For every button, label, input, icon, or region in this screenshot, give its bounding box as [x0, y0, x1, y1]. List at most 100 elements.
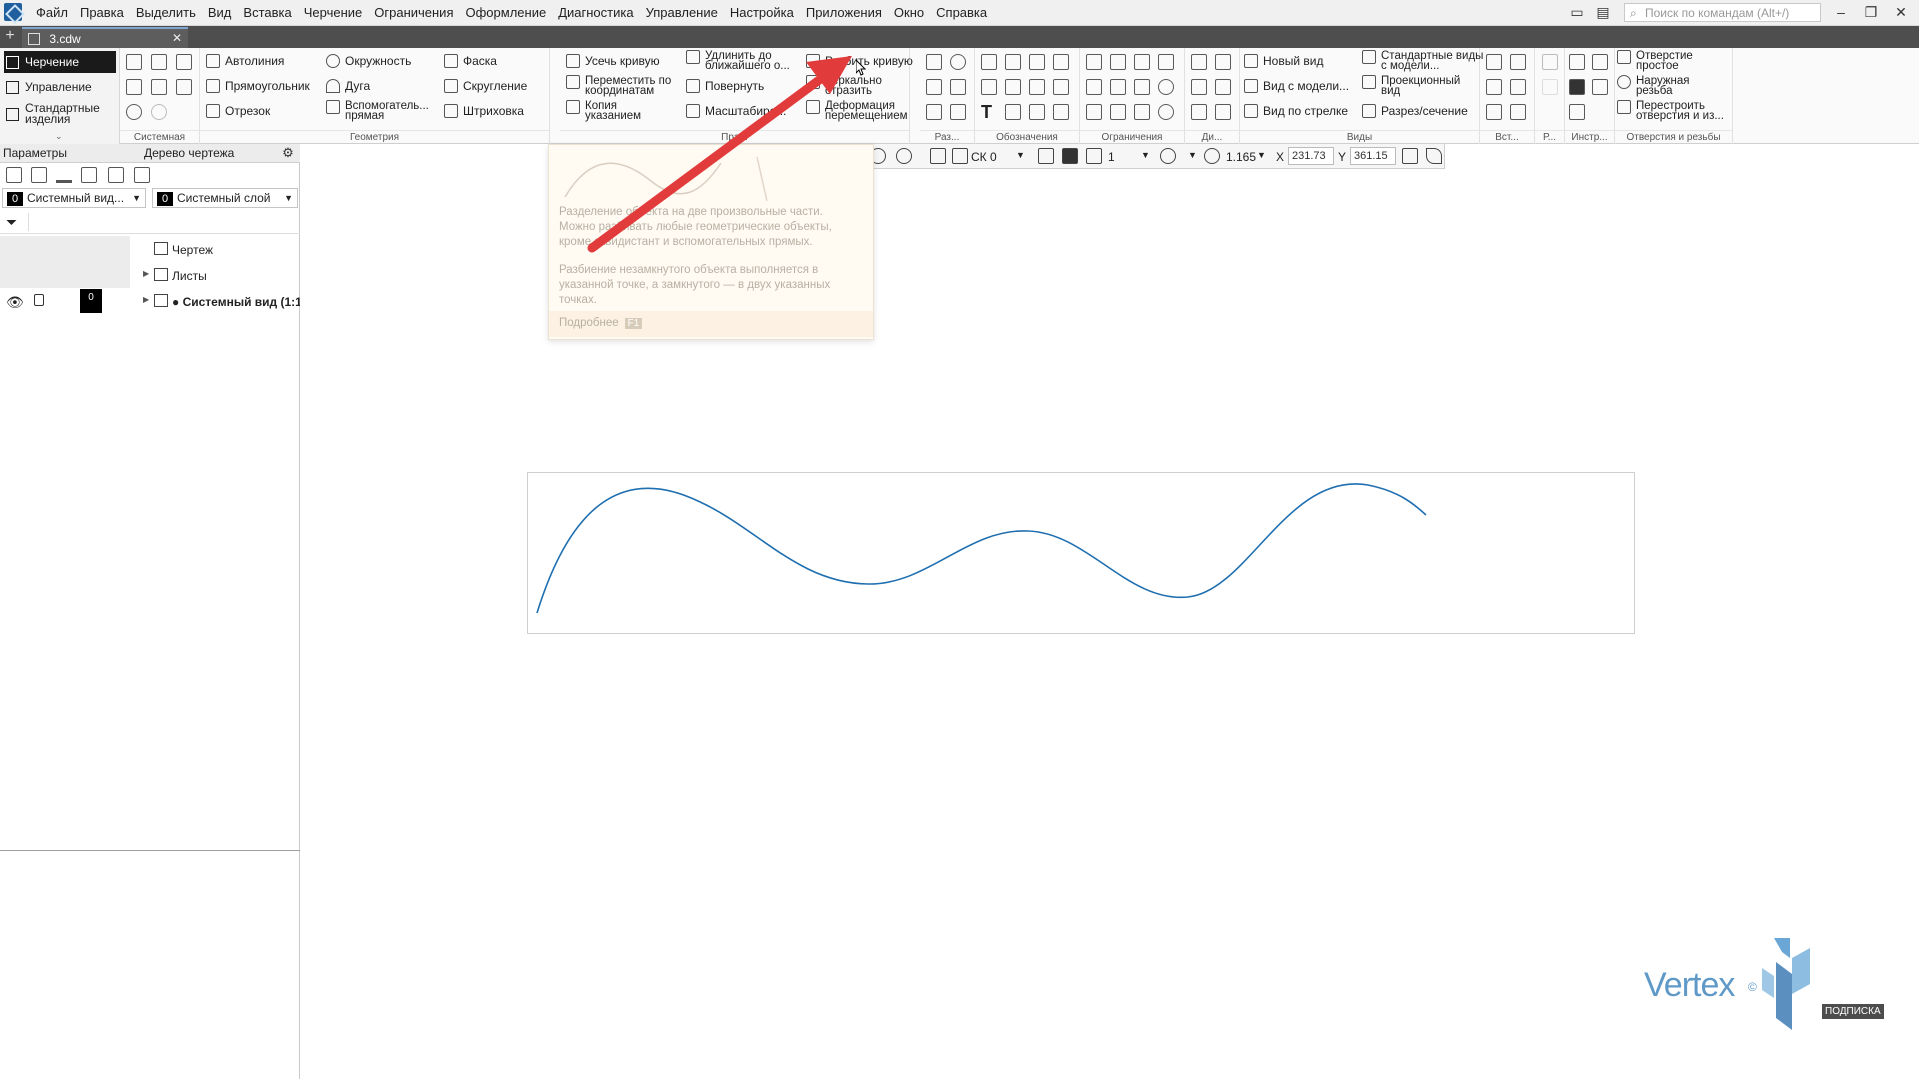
menu-edit[interactable]: Правка: [74, 5, 130, 21]
section-button[interactable]: Разрез/сечение: [1362, 104, 1468, 118]
tooltip-more-link[interactable]: Подробнее F1: [549, 311, 873, 337]
move-by-coords-button[interactable]: Переместить по координатам: [566, 75, 685, 97]
restore-button[interactable]: ❐: [1856, 2, 1886, 22]
layer-select[interactable]: 0 Системный слой ▼: [152, 188, 298, 208]
perpendicular-icon[interactable]: [1134, 54, 1150, 70]
arc-button[interactable]: Дуга: [326, 79, 370, 93]
tree-layers-icon[interactable]: [56, 167, 72, 183]
diag-icon-3[interactable]: [1191, 79, 1207, 95]
hatch-button[interactable]: Штриховка: [444, 104, 524, 118]
grid-icon[interactable]: [930, 148, 946, 164]
trim-curve-button[interactable]: Усечь кривую: [566, 54, 660, 68]
menu-view[interactable]: Вид: [202, 5, 238, 21]
layer-icon[interactable]: [1086, 148, 1102, 164]
redo-icon[interactable]: [151, 104, 167, 120]
arrow-view-button[interactable]: Вид по стрелке: [1244, 104, 1348, 118]
view-select[interactable]: 0 Системный вид... ▼: [2, 188, 146, 208]
save-all-icon[interactable]: [176, 79, 192, 95]
tolerance-icon[interactable]: [1029, 79, 1045, 95]
command-search-input[interactable]: ⌕ Поиск по командам (Alt+/): [1624, 3, 1821, 22]
text-mark-icon[interactable]: [981, 79, 997, 95]
horizontal-icon[interactable]: [1086, 104, 1102, 120]
view-icon-2[interactable]: [896, 148, 912, 164]
kompas-logo-icon[interactable]: [4, 3, 22, 21]
rectangle-button[interactable]: Прямоугольник: [206, 79, 310, 93]
measure-icon[interactable]: [1402, 148, 1418, 164]
menu-insert[interactable]: Вставка: [237, 5, 297, 21]
segment-button[interactable]: Отрезок: [206, 104, 270, 118]
spline-curve[interactable]: [536, 483, 1427, 614]
position-icon[interactable]: [1005, 79, 1021, 95]
scale-button[interactable]: Масштабиро...: [686, 104, 786, 118]
tree-sheets-icon[interactable]: [31, 167, 47, 183]
preview-icon[interactable]: [151, 79, 167, 95]
chevron-down-icon[interactable]: ▼: [1257, 150, 1266, 160]
tree-item-system-view[interactable]: 👁 0 ▶ ● Системный вид (1:1: [0, 288, 300, 314]
menu-window[interactable]: Окно: [888, 5, 930, 21]
print-icon[interactable]: [126, 79, 142, 95]
diag-icon-4[interactable]: [1215, 79, 1231, 95]
concentric-icon[interactable]: [1158, 79, 1174, 95]
new-tab-button[interactable]: +: [2, 28, 18, 45]
diag-icon-2[interactable]: [1215, 54, 1231, 70]
outer-thread-button[interactable]: Наружная резьба: [1617, 75, 1716, 97]
standard-views-button[interactable]: Стандартные виды с модели...: [1362, 50, 1491, 72]
rebuild-holes-button[interactable]: Перестроить отверстия и из...: [1617, 100, 1728, 122]
lightning-icon[interactable]: [1029, 104, 1045, 120]
insert-doc-icon[interactable]: [1510, 79, 1526, 95]
base-icon[interactable]: [1053, 54, 1069, 70]
angle-dimension-icon[interactable]: [926, 104, 942, 120]
local-cs-icon[interactable]: [1038, 148, 1054, 164]
expand-arrow-icon[interactable]: ▶: [143, 269, 149, 278]
fix-icon[interactable]: [1086, 54, 1102, 70]
insert-fragment-icon[interactable]: [1486, 54, 1502, 70]
layer-value[interactable]: 1: [1108, 150, 1115, 164]
tab-parameters[interactable]: Параметры: [3, 146, 67, 160]
rotate-button[interactable]: Повернуть: [686, 79, 764, 93]
x-coordinate[interactable]: 231.73: [1288, 147, 1334, 165]
chevron-down-icon[interactable]: ▼: [1016, 150, 1025, 160]
snap-toggle-icon[interactable]: [1062, 148, 1078, 164]
tree-item-sheets[interactable]: ▶ Листы: [0, 262, 300, 288]
view-from-model-button[interactable]: Вид с модели...: [1244, 79, 1349, 93]
close-tab-icon[interactable]: ✕: [172, 31, 182, 45]
menu-help[interactable]: Справка: [930, 5, 993, 21]
open-icon[interactable]: [151, 54, 167, 70]
linear-dimension-icon[interactable]: [926, 79, 942, 95]
zoom-icon[interactable]: [1204, 148, 1220, 164]
copy-button[interactable]: Копия указанием: [566, 100, 655, 122]
insert-link-icon[interactable]: [1486, 104, 1502, 120]
save-icon[interactable]: [176, 54, 192, 70]
gear-icon[interactable]: ⚙: [280, 145, 296, 161]
text-icon[interactable]: T: [981, 103, 997, 121]
tree-filter-icon[interactable]: [134, 167, 150, 183]
mirror-button[interactable]: Зеркально отразить: [806, 75, 905, 97]
mode-management[interactable]: Управление: [4, 76, 116, 98]
table-icon[interactable]: [1005, 104, 1021, 120]
menu-management[interactable]: Управление: [640, 5, 724, 21]
parallel-icon[interactable]: [1110, 54, 1126, 70]
projection-view-button[interactable]: Проекционный вид: [1362, 75, 1477, 97]
zoom-window-icon[interactable]: [1160, 148, 1176, 164]
document-tab[interactable]: 3.cdw ✕: [22, 27, 188, 48]
r-icon-2[interactable]: [1542, 79, 1558, 95]
fillet-button[interactable]: Скругление: [444, 79, 527, 93]
new-document-icon[interactable]: [126, 54, 142, 70]
symmetry-icon[interactable]: [1134, 79, 1150, 95]
instr-icon-2[interactable]: [1592, 54, 1608, 70]
menu-drawing[interactable]: Черчение: [298, 5, 369, 21]
chevron-down-icon[interactable]: ▼: [1188, 150, 1197, 160]
menu-file[interactable]: Файл: [30, 5, 74, 21]
extend-button[interactable]: Удлинить до ближайшего о...: [686, 50, 805, 72]
chevron-down-icon[interactable]: ▼: [1141, 150, 1150, 160]
autoline-button[interactable]: Автолиния: [206, 54, 284, 68]
close-button[interactable]: ✕: [1886, 2, 1916, 22]
menu-settings[interactable]: Настройка: [724, 5, 800, 21]
diag-icon-6[interactable]: [1215, 104, 1231, 120]
unlock-icon[interactable]: [34, 294, 44, 306]
zoom-value[interactable]: 1.165: [1226, 150, 1256, 164]
aux-line-button[interactable]: Вспомогатель... прямая: [326, 100, 437, 122]
funnel-icon[interactable]: ⏷: [6, 214, 17, 231]
eyedropper-icon[interactable]: [1426, 148, 1442, 164]
expand-arrow-icon[interactable]: ▶: [143, 295, 149, 304]
